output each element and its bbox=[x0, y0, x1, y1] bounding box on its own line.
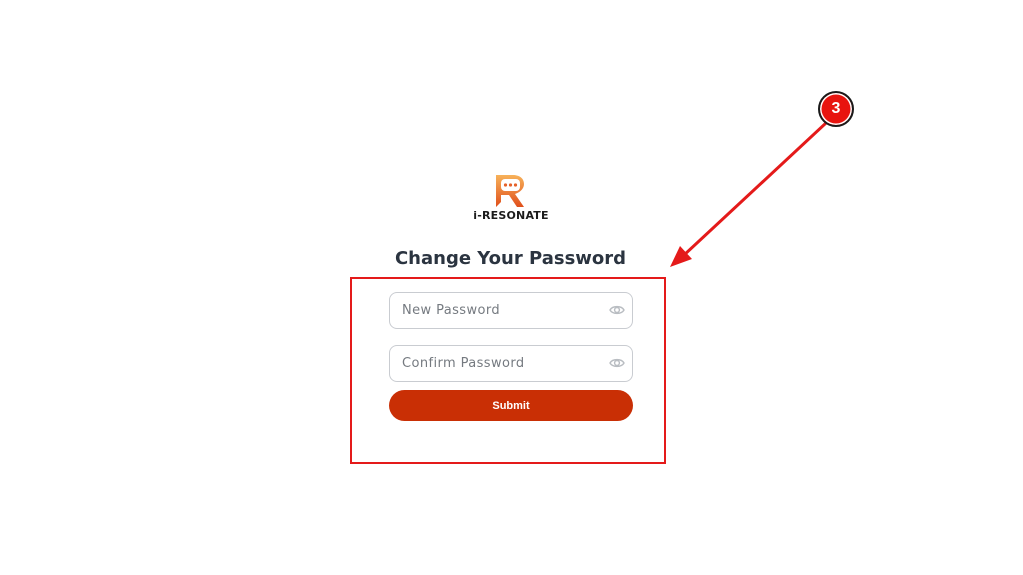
brand-logo: i-RESONATE bbox=[460, 170, 562, 226]
logo-mark-icon bbox=[496, 175, 524, 207]
page-title: Change Your Password bbox=[394, 248, 627, 269]
step-number-badge: 3 bbox=[818, 91, 854, 127]
change-password-page: i-RESONATE Change Your Password Submit 3 bbox=[0, 0, 1023, 575]
annotation-highlight-box bbox=[350, 277, 666, 464]
brand-name: i-RESONATE bbox=[473, 209, 549, 222]
